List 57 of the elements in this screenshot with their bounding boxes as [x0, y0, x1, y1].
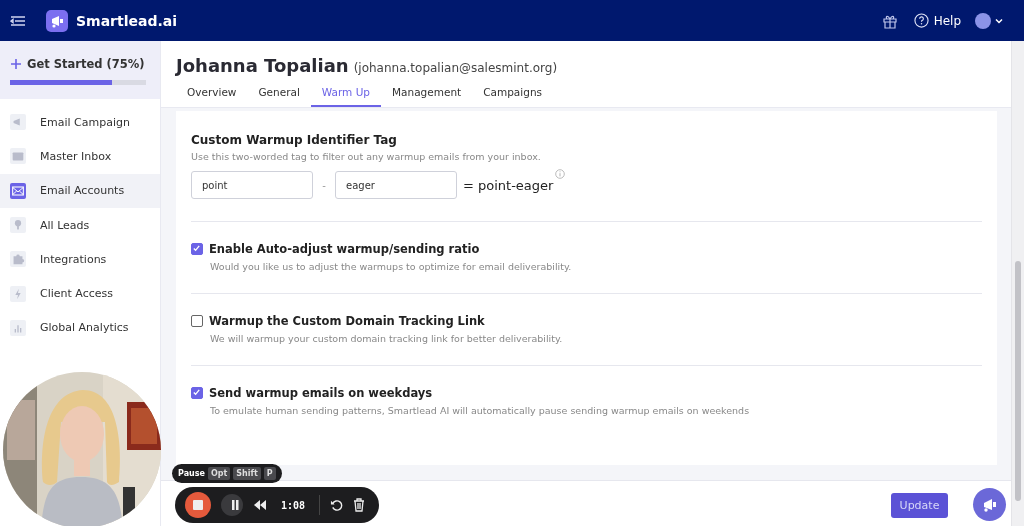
option-description: Would you like us to adjust the warmups to optimize for email deliverability.: [210, 261, 573, 272]
option-label: Enable Auto-adjust warmup/sending ratio: [209, 242, 480, 256]
sparkle-icon: [10, 58, 22, 70]
logo-icon: [46, 9, 68, 32]
checkbox[interactable]: [191, 243, 203, 255]
bolt-icon: [10, 285, 26, 302]
tab[interactable]: Management: [381, 83, 473, 107]
tag-result: = point-eager: [463, 177, 554, 193]
section-title: Custom Warmup Identifier Tag: [191, 133, 398, 147]
update-button[interactable]: Update: [891, 493, 948, 518]
trash-icon[interactable]: [353, 498, 366, 512]
sidebar-item[interactable]: Integrations: [0, 242, 160, 277]
puzzle-icon: [10, 251, 26, 268]
help-icon[interactable]: [913, 13, 929, 28]
separator: -: [321, 179, 327, 191]
checkbox[interactable]: [191, 315, 203, 327]
megaphone-icon: [10, 114, 26, 131]
option-description: We will warmup your custom domain tracking link for better deliverability.: [210, 333, 564, 344]
avatar[interactable]: [975, 12, 991, 29]
tab[interactable]: General: [247, 83, 311, 107]
rewind-icon[interactable]: [253, 499, 267, 511]
restart-icon[interactable]: [330, 498, 344, 512]
account-email: (johanna.topalian@salesmint.org): [353, 61, 558, 75]
option-label: Warmup the Custom Domain Tracking Link: [209, 314, 485, 328]
account-name: Johanna Topalian: [176, 55, 349, 76]
bar-chart-icon: [10, 319, 26, 336]
key-cap: Opt: [207, 467, 231, 480]
menu-icon[interactable]: [10, 13, 26, 28]
first-word-field[interactable]: point: [191, 171, 313, 199]
sidebar-item[interactable]: All Leads: [0, 207, 160, 243]
get-started-label[interactable]: Get Started (75%): [27, 57, 145, 71]
recording-time: 1:08: [281, 499, 306, 511]
second-word-field[interactable]: eager: [335, 171, 457, 199]
bulb-icon: [10, 217, 26, 234]
tab[interactable]: Overview: [176, 83, 248, 107]
option-label: Send warmup emails on weekdays: [209, 386, 433, 400]
key-cap: Shift: [233, 467, 261, 480]
tab[interactable]: Campaigns: [472, 83, 553, 107]
tooltip-label: Pause: [178, 469, 205, 478]
sidebar-item[interactable]: Email Accounts: [0, 173, 160, 208]
sidebar-item[interactable]: Email Campaign: [0, 105, 160, 140]
key-cap: P: [263, 467, 276, 480]
tab[interactable]: Warm Up: [310, 83, 382, 107]
option-description: To emulate human sending patterns, Smartlead AI will automatically pause sending warmup emails on weekends: [210, 405, 751, 416]
envelope-icon: [10, 182, 26, 199]
checkbox[interactable]: [191, 387, 203, 399]
section-description: Use this two-worded tag to filter out any warmup emails from your inbox.: [191, 151, 542, 162]
inbox-icon: [10, 148, 26, 165]
help-link[interactable]: Help: [933, 13, 961, 28]
megaphone-button[interactable]: [973, 488, 1006, 521]
pause-icon[interactable]: [221, 494, 243, 516]
sidebar-item[interactable]: Client Access: [0, 276, 160, 311]
brand-name: Smartlead.ai: [76, 12, 178, 29]
scrollbar-thumb[interactable]: [1015, 261, 1021, 501]
sidebar-item[interactable]: Global Analytics: [0, 310, 160, 346]
stop-button[interactable]: [185, 492, 211, 518]
sidebar-item[interactable]: Master Inbox: [0, 139, 160, 174]
